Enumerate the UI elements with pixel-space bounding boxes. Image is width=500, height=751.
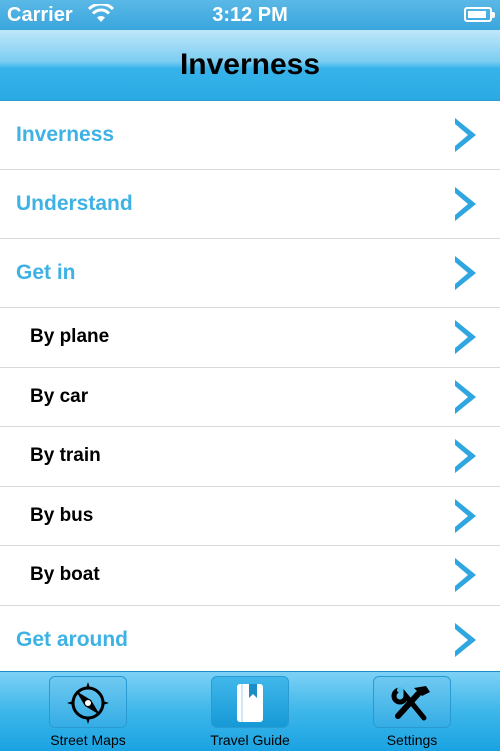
list-item-label: By boat (30, 564, 100, 586)
chevron-right-icon (455, 622, 476, 657)
chevron-right-icon (455, 498, 476, 533)
tab-label: Settings (386, 732, 438, 748)
book-icon (237, 684, 263, 722)
page-title: Inverness (179, 48, 321, 81)
tab-label: Travel Guide (210, 732, 290, 748)
chevron-right-icon (455, 256, 476, 290)
list-item[interactable]: By car (0, 367, 500, 427)
status-bar: Carrier 3:12 PM (0, 0, 500, 30)
list-item-label: Inverness (16, 123, 115, 146)
chevron-right-icon (455, 320, 476, 355)
compass-icon (67, 682, 109, 724)
list-item[interactable]: Understand (0, 170, 500, 239)
battery-icon (464, 7, 495, 22)
tab-label: Street Maps (50, 732, 126, 748)
chevron-right-icon (455, 118, 476, 152)
list-item-label: Get around (16, 627, 129, 651)
tab-bar: Street Maps Travel Guide Settings (0, 671, 500, 751)
status-time: 3:12 PM (212, 4, 288, 26)
chevron-right-icon (455, 187, 476, 221)
list-item-label: Understand (16, 192, 133, 215)
list-item-label: By train (30, 445, 101, 467)
list-item-label: By car (30, 385, 89, 407)
tab-street-maps[interactable]: Street Maps (5, 672, 171, 751)
tools-icon (391, 686, 430, 721)
list-item-label: Get in (16, 261, 76, 284)
navigation-bar: Inverness (0, 30, 500, 101)
tab-settings[interactable]: Settings (329, 672, 495, 751)
list-item-label: By bus (30, 504, 94, 526)
list-item[interactable]: By boat (0, 546, 500, 606)
list-item[interactable]: By train (0, 427, 500, 487)
tab-travel-guide[interactable]: Travel Guide (167, 672, 333, 751)
chevron-right-icon (455, 379, 476, 414)
list-item-label: By plane (30, 326, 110, 348)
list-item[interactable]: By plane (0, 308, 500, 368)
chevron-right-icon (455, 558, 476, 593)
chevron-right-icon (455, 439, 476, 474)
list-item[interactable]: By bus (0, 486, 500, 546)
guide-list: Inverness Understand Get in By plane By … (0, 101, 500, 675)
list-item[interactable]: Get around (0, 605, 500, 675)
list-item[interactable]: Get in (0, 239, 500, 308)
list-item[interactable]: Inverness (0, 101, 500, 170)
